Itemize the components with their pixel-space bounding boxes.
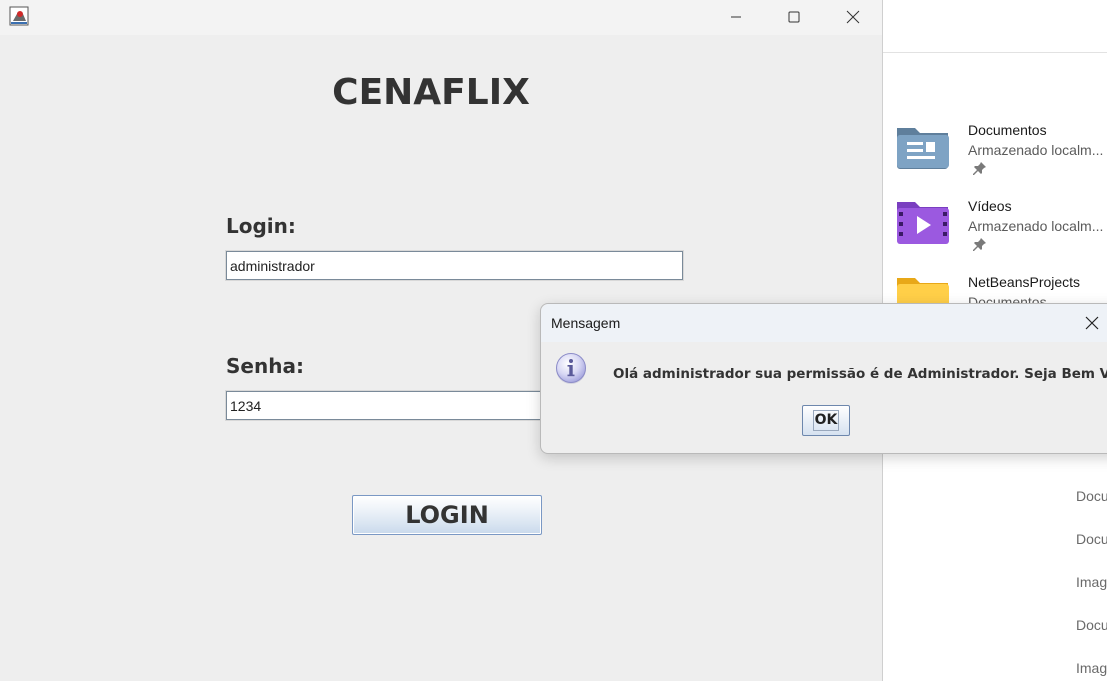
dialog-title: Mensagem [551, 315, 621, 331]
recent-file-location: Docu [1076, 617, 1107, 633]
recent-file-location: Imag [1076, 574, 1107, 590]
minimize-button[interactable] [707, 0, 765, 33]
quick-access-name: Documentos [968, 122, 1047, 138]
quick-access-item-videos[interactable]: Vídeos Armazenado localm... [895, 198, 1107, 260]
minimize-icon [731, 16, 741, 17]
dialog-close-button[interactable] [1080, 311, 1104, 335]
maximize-button[interactable] [765, 0, 823, 33]
close-icon [846, 10, 860, 23]
recent-file-location: Imag [1076, 660, 1107, 676]
maximize-icon [788, 11, 800, 22]
documents-folder-icon [897, 128, 949, 169]
quick-access-name: Vídeos [968, 198, 1012, 214]
login-button[interactable]: LOGIN [352, 495, 542, 535]
ok-label: OK [814, 412, 838, 428]
app-title: CENAFLIX [332, 72, 530, 113]
pin-icon [973, 162, 986, 175]
recent-file-location: Docu [1076, 531, 1107, 547]
close-button[interactable] [824, 0, 882, 33]
quick-access-location: Armazenado localm... [968, 142, 1104, 158]
ok-button[interactable]: OK [802, 405, 850, 436]
pin-icon [973, 238, 986, 251]
close-icon [1085, 316, 1099, 330]
java-app-icon[interactable] [9, 6, 29, 26]
recent-file-location: Docu [1076, 488, 1107, 504]
info-icon [556, 353, 586, 384]
window-titlebar[interactable] [0, 0, 882, 35]
quick-access-location: Armazenado localm... [968, 218, 1104, 234]
login-input[interactable]: administrador [225, 250, 684, 281]
message-dialog: Mensagem Olá administrador sua permissão… [540, 303, 1107, 454]
quick-access-name: NetBeansProjects [968, 274, 1081, 290]
videos-folder-icon [897, 202, 949, 244]
dialog-message: Olá administrador sua permissão é de Adm… [613, 366, 1107, 382]
login-label: Login: [226, 214, 296, 238]
dialog-titlebar[interactable]: Mensagem [541, 304, 1107, 342]
password-label: Senha: [226, 354, 304, 378]
divider [883, 52, 1107, 53]
quick-access-item-documentos[interactable]: Documentos Armazenado localm... [895, 122, 1107, 184]
